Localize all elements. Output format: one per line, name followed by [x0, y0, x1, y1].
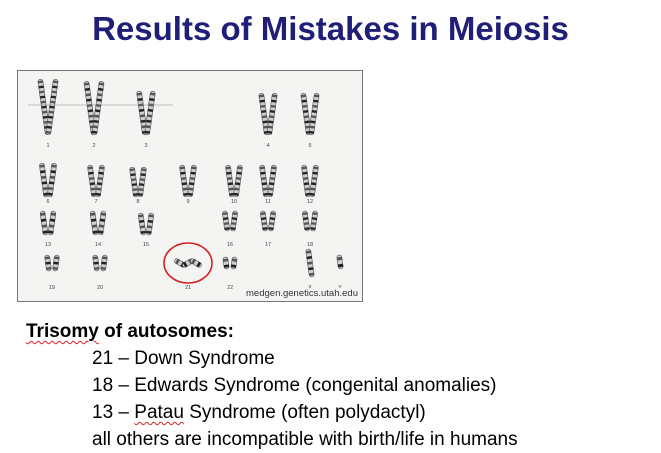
- chromosome-18: [310, 210, 318, 232]
- chromosome-10: [225, 164, 235, 198]
- chromosome-9: [179, 164, 189, 198]
- chromosome-label: 17: [265, 242, 271, 248]
- chromosome-5: [308, 92, 320, 136]
- chromosome-label: 7: [94, 199, 97, 205]
- chromosome-7: [87, 164, 97, 198]
- chromosome-label: 11: [265, 199, 271, 205]
- chromosome-11: [267, 164, 277, 198]
- item-text: 18 – Edwards Syndrome (congenital anomal…: [92, 375, 497, 396]
- chromosome-1: [45, 78, 59, 136]
- chromosome-label: 14: [95, 242, 101, 248]
- heading-flagged-word: Trisomy: [26, 321, 99, 342]
- chromosome-3: [144, 90, 156, 136]
- chromosome-label: 19: [49, 285, 55, 291]
- chromosome-Y: [336, 254, 344, 270]
- chromosome-19: [52, 254, 60, 272]
- chromosome-2: [91, 80, 105, 136]
- slide-title: Results of Mistakes in Meiosis: [92, 10, 569, 47]
- chromosome-17: [268, 210, 276, 232]
- chromosome-11: [259, 164, 269, 198]
- chromosome-7: [95, 164, 105, 198]
- chromosome-18: [302, 210, 310, 232]
- chromosome-15: [138, 212, 146, 236]
- heading-rest: of autosomes:: [98, 321, 234, 342]
- item-text: all others are incompatible with birth/l…: [92, 429, 518, 450]
- chromosome-label: 2: [92, 143, 95, 149]
- image-credit: medgen.genetics.utah.edu: [246, 288, 358, 299]
- chromosome-label: 9: [186, 199, 189, 205]
- chromosome-label: 4: [266, 143, 269, 149]
- chromosome-10: [233, 164, 243, 198]
- chromosome-17: [260, 210, 268, 232]
- chromosome-22: [222, 256, 230, 270]
- chromosome-12: [301, 164, 311, 198]
- item-text: 21 – Down Syndrome: [92, 348, 275, 369]
- list-item: 13 – Patau Syndrome (often polydactyl): [26, 399, 518, 426]
- chromosome-label: 20: [97, 285, 103, 291]
- chromosome-22: [230, 256, 238, 270]
- karyotype-drawing: 12345678910111213141516171819202122XY: [28, 78, 344, 291]
- chromosome-21: [190, 258, 202, 268]
- chromosome-16: [230, 210, 238, 232]
- list-item: 21 – Down Syndrome: [26, 345, 518, 372]
- chromosome-label: 8: [136, 199, 139, 205]
- chromosome-label: 21: [185, 285, 191, 291]
- item-text: Syndrome (often polydactyl): [183, 402, 426, 423]
- chromosome-20: [92, 254, 100, 272]
- list-item: all others are incompatible with birth/l…: [26, 426, 518, 453]
- chromosome-4: [266, 92, 278, 136]
- chromosome-label: 16: [227, 242, 233, 248]
- chromosome-6: [47, 162, 57, 198]
- chromosome-20: [100, 254, 108, 272]
- chromosome-16: [222, 210, 230, 232]
- chromosome-label: 18: [307, 242, 313, 248]
- karyotype-image: 12345678910111213141516171819202122XY me…: [17, 70, 363, 302]
- chromosome-15: [146, 212, 154, 236]
- chromosome-14: [89, 210, 99, 236]
- chromosome-label: 22: [227, 285, 233, 291]
- chromosome-label: 10: [231, 199, 237, 205]
- item-text: 13 –: [92, 402, 135, 423]
- chromosome-label: 12: [307, 199, 313, 205]
- list-item: 18 – Edwards Syndrome (congenital anomal…: [26, 372, 518, 399]
- chromosome-8: [129, 166, 139, 198]
- item-flagged-word: Patau: [134, 402, 184, 423]
- chromosome-6: [39, 162, 49, 198]
- chromosome-label: 13: [45, 242, 51, 248]
- chromosome-X: [305, 248, 315, 278]
- chromosome-19: [44, 254, 52, 272]
- chromosome-13: [39, 210, 49, 236]
- chromosome-12: [309, 164, 319, 198]
- chromosome-13: [47, 210, 57, 236]
- heading: Trisomy of autosomes:: [26, 318, 518, 345]
- chromosome-14: [97, 210, 107, 236]
- body-text: Trisomy of autosomes: 21 – Down Syndrome…: [26, 318, 518, 453]
- chromosome-8: [137, 166, 147, 198]
- chromosome-label: 3: [144, 143, 147, 149]
- chromosome-label: 1: [46, 143, 49, 149]
- chromosome-label: 5: [308, 143, 311, 149]
- chromosome-label: 15: [143, 242, 149, 248]
- chromosome-label: 6: [46, 199, 49, 205]
- slide: Results of Mistakes in Meiosis 123456789…: [0, 0, 661, 453]
- chromosome-9: [187, 164, 197, 198]
